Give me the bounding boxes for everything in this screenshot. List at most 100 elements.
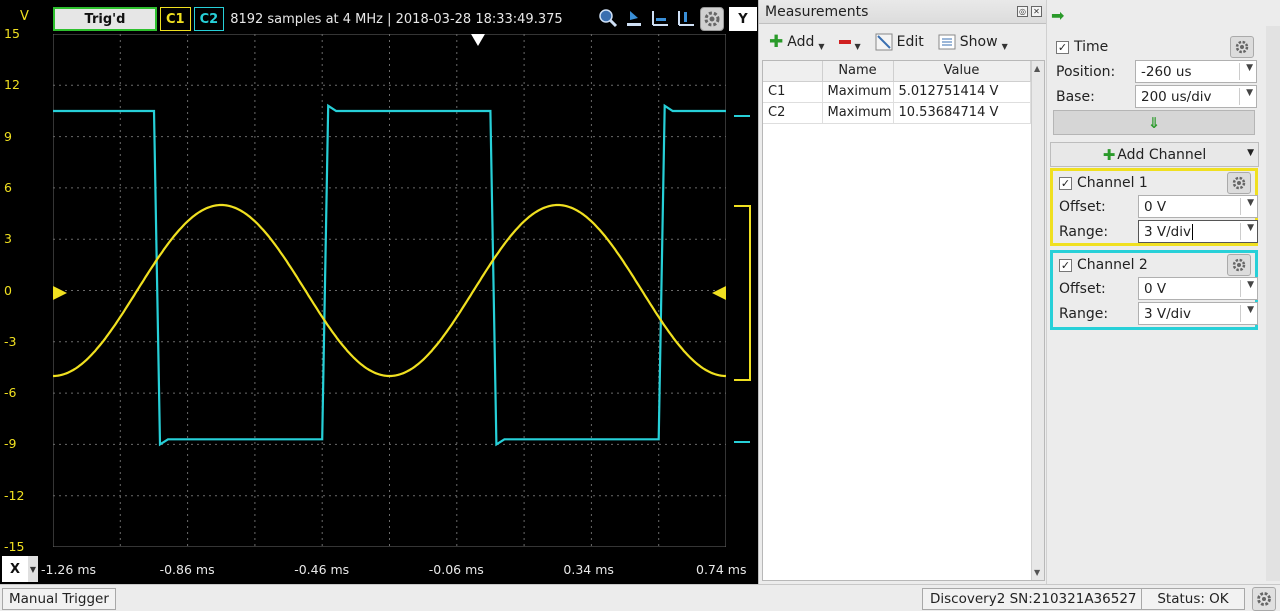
x-tick-label: -0.46 ms <box>294 562 350 577</box>
y-tick-label: 9 <box>4 128 12 144</box>
x-axis-button[interactable]: X <box>2 556 28 582</box>
list-icon <box>938 34 956 50</box>
show-measurement-button[interactable]: Show ▼ <box>938 33 1008 51</box>
time-header: ✓ Time <box>1056 39 1108 55</box>
device-status: Status: OK <box>1141 588 1245 610</box>
position-value: -260 us <box>1141 64 1192 80</box>
y-tick-label: -12 <box>4 487 25 503</box>
column-header-value[interactable]: Value <box>893 61 1031 82</box>
offset-value: 0 V <box>1144 281 1167 297</box>
x-axis-dropdown-icon[interactable]: ▼ <box>28 556 38 582</box>
range-value: 3 V/div <box>1144 306 1191 322</box>
measurements-title-bar: Measurements ◎ ✕ <box>759 0 1047 24</box>
position-label: Position: <box>1056 64 1116 80</box>
scroll-up-icon[interactable]: ▲ <box>1034 64 1040 73</box>
cursor-tool-icon[interactable] <box>624 8 644 28</box>
channel-2-gear-icon[interactable] <box>1227 254 1251 276</box>
chevron-down-icon: ▼ <box>1247 305 1254 315</box>
edit-label: Edit <box>896 34 924 50</box>
channel-1-tag[interactable]: C1 <box>160 7 191 31</box>
chevron-down-icon: ▼ <box>1247 280 1254 290</box>
y-axis-button[interactable]: Y <box>729 7 757 31</box>
zoom-icon[interactable] <box>598 8 618 28</box>
manual-trigger-button[interactable]: Manual Trigger <box>2 588 116 610</box>
table-row[interactable]: C1 Maximum 5.012751414 V <box>763 81 1031 103</box>
channel-1-checkbox[interactable]: ✓ <box>1059 176 1072 190</box>
channel-2-checkbox[interactable]: ✓ <box>1059 258 1072 272</box>
vertical-scale-icon[interactable] <box>676 8 696 28</box>
float-panel-icon[interactable]: ◎ <box>1017 6 1028 17</box>
channel-1-offset-marker <box>53 286 67 300</box>
chevron-down-icon: ▼ <box>1246 88 1253 98</box>
measurements-panel: Measurements ◎ ✕ ✚ Add ▼ ▼ Edit Show ▼ N… <box>758 0 1047 584</box>
close-panel-icon[interactable]: ✕ <box>1031 6 1042 17</box>
add-measurement-button[interactable]: ✚ Add ▼ <box>769 32 825 52</box>
add-label: Add <box>787 34 815 50</box>
time-checkbox[interactable]: ✓ <box>1056 40 1069 54</box>
column-header-channel[interactable] <box>763 61 823 82</box>
oscilloscope-view: V 15 12 9 6 3 0 -3 -6 -9 -12 -15 Trig'd C1 C2 8192… <box>0 0 758 584</box>
measurement-value: 5.012751414 V <box>893 81 1031 103</box>
y-tick-label: -15 <box>4 539 25 554</box>
acquisition-status-bar: Trig'd C1 C2 8192 samples at 4 MHz | 201… <box>53 7 563 31</box>
base-value: 200 us/div <box>1141 89 1212 105</box>
base-select[interactable]: 200 us/div ▼ <box>1135 85 1257 108</box>
collapse-arrow-icon[interactable]: ➡ <box>1051 6 1064 25</box>
device-info[interactable]: Discovery2 SN:210321A36527 <box>922 588 1145 610</box>
channel-2-header: ✓ Channel 2 <box>1059 257 1148 273</box>
plus-icon: ✚ <box>769 32 784 52</box>
acquisition-info: 8192 samples at 4 MHz | 2018-03-28 18:33… <box>230 11 563 27</box>
plus-icon: ✚ <box>1102 145 1116 164</box>
measurements-scrollbar[interactable]: ▲ ▼ <box>1031 61 1044 580</box>
position-select[interactable]: -260 us ▼ <box>1135 60 1257 83</box>
minus-icon <box>838 40 851 44</box>
offset-label: Offset: <box>1059 281 1106 297</box>
channel-1-range-select[interactable]: 3 V/div ▼ <box>1138 220 1258 243</box>
table-row[interactable]: C2 Maximum 10.53684714 V <box>763 102 1031 124</box>
apply-time-button[interactable]: ⇓ <box>1053 110 1255 135</box>
add-channel-label: Add Channel <box>1117 146 1207 163</box>
channel-1-header: ✓ Channel 1 <box>1059 175 1148 191</box>
measurement-channel: C2 <box>763 102 823 124</box>
app-settings-gear-icon[interactable] <box>1252 587 1276 611</box>
trigger-status: Trig'd <box>53 7 157 31</box>
channel-2-offset-select[interactable]: 0 V ▼ <box>1138 277 1258 300</box>
x-tick-label: -1.26 ms <box>41 562 97 577</box>
y-tick-label: -3 <box>4 333 17 349</box>
remove-measurement-button[interactable]: ▼ <box>838 34 861 51</box>
scroll-down-icon[interactable]: ▼ <box>1034 568 1040 577</box>
waveform-plot[interactable] <box>53 34 726 547</box>
scope-settings-gear-icon[interactable] <box>700 7 724 31</box>
add-channel-button[interactable]: ✚ Add Channel ▼ <box>1050 142 1259 167</box>
channel-2-range-select[interactable]: 3 V/div ▼ <box>1138 302 1258 325</box>
channel-1-settings: ✓ Channel 1 Offset: 0 V ▼ Range: 3 V/div ▼ <box>1050 168 1258 246</box>
horizontal-scale-icon[interactable] <box>650 8 670 28</box>
channel-settings-panel: ➡ ✓ Time Position: -260 us ▼ Base: 200 us/… <box>1046 0 1280 584</box>
edit-icon <box>875 33 893 51</box>
status-bar: Manual Trigger Discovery2 SN:210321A3652… <box>0 584 1280 611</box>
measurements-table-container: Name Value C1 Maximum 5.012751414 V C2 M… <box>762 60 1045 581</box>
channel-2-tag[interactable]: C2 <box>193 7 225 31</box>
y-tick-label: 0 <box>4 282 12 298</box>
y-tick-label: 12 <box>4 77 20 93</box>
x-tick-label: -0.86 ms <box>159 562 215 577</box>
channel-2-settings: ✓ Channel 2 Offset: 0 V ▼ Range: 3 V/div ▼ <box>1050 250 1258 330</box>
channel-1-gear-icon[interactable] <box>1227 172 1251 194</box>
waveforms-window: V 15 12 9 6 3 0 -3 -6 -9 -12 -15 Trig'd C1 C2 8192… <box>0 0 1280 611</box>
y-tick-label: 6 <box>4 179 12 195</box>
range-label: Range: <box>1059 306 1109 322</box>
base-label: Base: <box>1056 89 1095 105</box>
trigger-level-marker <box>712 286 726 300</box>
time-settings-gear-icon[interactable] <box>1230 36 1254 58</box>
x-axis-row: X ▼ -1.26 ms -0.86 ms -0.46 ms -0.06 ms 0.34… <box>0 555 758 584</box>
measurements-toolbar: ✚ Add ▼ ▼ Edit Show ▼ <box>759 26 1047 58</box>
measurement-name: Maximum <box>822 81 894 103</box>
overflow-indicator <box>734 115 751 443</box>
offset-label: Offset: <box>1059 199 1106 215</box>
edit-measurement-button[interactable]: Edit <box>875 33 924 51</box>
column-header-name[interactable]: Name <box>822 61 894 82</box>
y-tick-label: 15 <box>4 26 20 41</box>
settings-scrollbar[interactable] <box>1266 26 1280 581</box>
measurements-table: Name Value C1 Maximum 5.012751414 V C2 M… <box>763 61 1031 124</box>
channel-1-offset-select[interactable]: 0 V ▼ <box>1138 195 1258 218</box>
